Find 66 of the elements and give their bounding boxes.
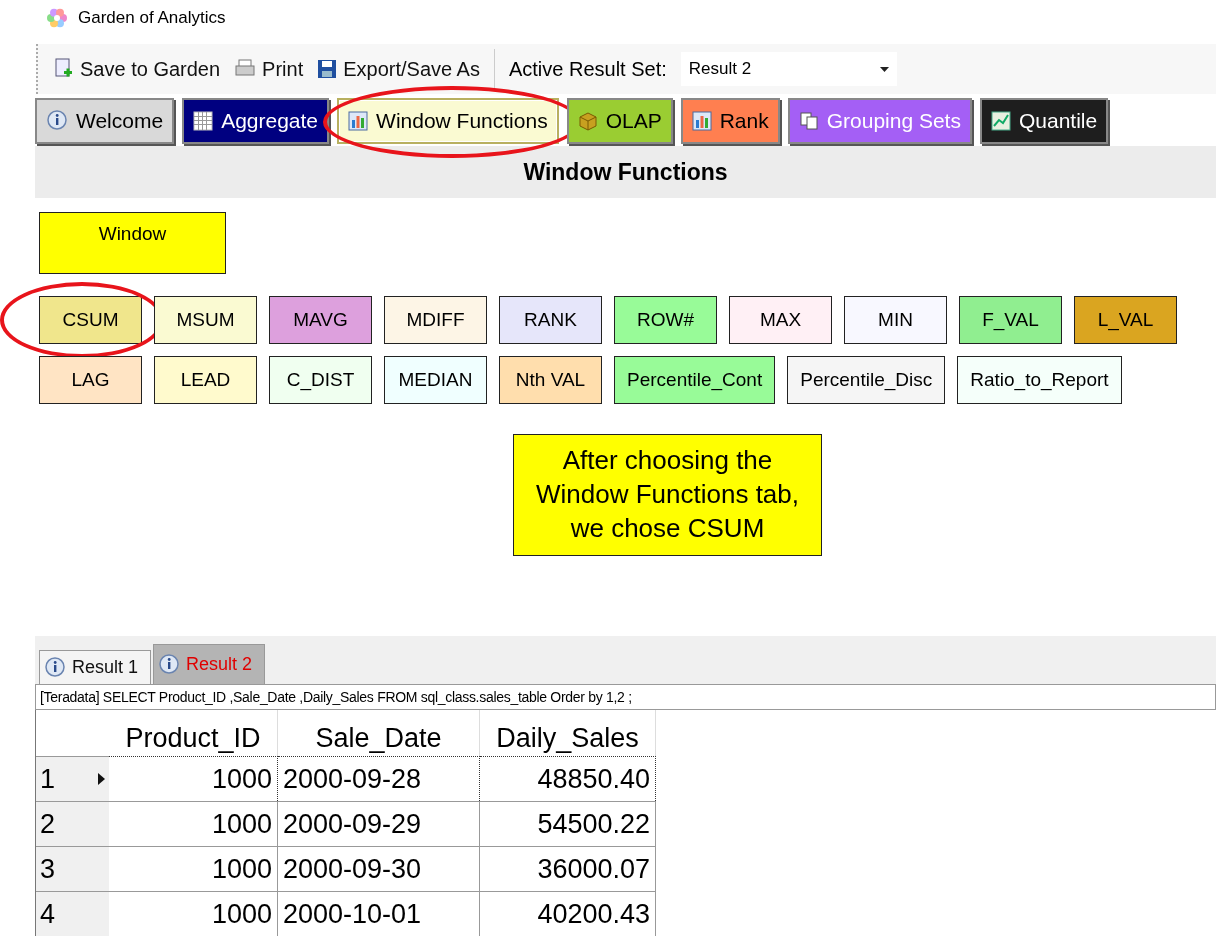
table-cell: 2000-10-01 (278, 891, 480, 936)
function-button[interactable]: ROW# (614, 296, 717, 344)
function-button[interactable]: MEDIAN (384, 356, 487, 404)
current-row-icon (98, 773, 105, 785)
table-cell: 40200.43 (480, 891, 656, 936)
table-cell: 54500.22 (480, 801, 656, 846)
query-text: [Teradata] SELECT Product_ID ,Sale_Date ,Daily_Sales FROM sql_class.sales_table Order by 1,2 ; (35, 684, 1216, 710)
row-number: 1 (40, 763, 56, 795)
function-button[interactable]: CSUM (39, 296, 142, 344)
line-chart-icon (990, 111, 1011, 131)
toolbar-button[interactable]: Export/Save As (317, 57, 480, 81)
toolbar-button[interactable]: Print (234, 57, 304, 81)
function-button[interactable]: C_DIST (269, 356, 372, 404)
tab[interactable]: Rank (680, 98, 780, 144)
bar-chart-icon (348, 111, 369, 131)
table-cell: 2000-09-29 (278, 801, 480, 846)
function-button[interactable]: L_VAL (1074, 296, 1177, 344)
category-button[interactable]: Window (39, 212, 226, 274)
function-button[interactable]: Ratio_to_Report (957, 356, 1122, 404)
tab[interactable]: Quantile (979, 98, 1109, 144)
function-button[interactable]: MAX (729, 296, 832, 344)
cube-icon (577, 111, 598, 131)
table-cell: 36000.07 (480, 846, 656, 891)
table-cell: 1000 (109, 801, 278, 846)
row-number: 4 (40, 898, 56, 930)
table-cell: 2000-09-28 (278, 756, 480, 801)
callout-note: After choosing the Window Functions tab, we chose CSUM (513, 434, 822, 556)
flower-logo-icon (46, 7, 68, 29)
tab[interactable]: Aggregate (182, 98, 330, 144)
info-icon (44, 656, 66, 679)
section-title: Window Functions (35, 146, 1216, 198)
result-set-dropdown[interactable]: Result 2 (680, 52, 897, 86)
row-number: 2 (40, 808, 56, 840)
caret-icon (879, 66, 889, 72)
copy-icon (798, 111, 819, 131)
function-button[interactable]: RANK (499, 296, 602, 344)
function-button[interactable]: F_VAL (959, 296, 1062, 344)
function-button[interactable]: Nth VAL (499, 356, 602, 404)
function-button[interactable]: Percentile_Cont (614, 356, 776, 404)
row-number: 3 (40, 853, 56, 885)
function-button[interactable]: Percentile_Disc (787, 356, 946, 404)
bar-chart-icon (691, 111, 712, 131)
window-title: Garden of Analytics (78, 8, 226, 28)
table-cell: 1000 (109, 846, 278, 891)
tab[interactable]: Window Functions (337, 98, 559, 144)
table-cell: 48850.40 (480, 756, 656, 801)
info-icon (46, 110, 68, 132)
printer-icon (234, 59, 257, 79)
table-cell: 2000-09-30 (278, 846, 480, 891)
table-cell: 1000 (109, 756, 278, 801)
toolbar-button[interactable]: Save to Garden (54, 57, 221, 81)
function-button[interactable]: MIN (844, 296, 947, 344)
tab[interactable]: Welcome (35, 98, 175, 144)
function-button[interactable]: MSUM (154, 296, 257, 344)
tab[interactable]: Grouping Sets (787, 98, 972, 144)
info-icon (158, 653, 181, 676)
result-tab[interactable]: Result 1 (39, 650, 152, 684)
function-button[interactable]: LEAD (154, 356, 257, 404)
grid-icon (193, 111, 214, 131)
document-add-icon (54, 58, 74, 80)
function-button[interactable]: MDIFF (384, 296, 487, 344)
tab[interactable]: OLAP (566, 98, 673, 144)
table-cell: 1000 (109, 891, 278, 936)
active-result-set-label: Active Result Set: (508, 57, 667, 81)
function-button[interactable]: MAVG (269, 296, 372, 344)
function-button[interactable]: LAG (39, 356, 142, 404)
